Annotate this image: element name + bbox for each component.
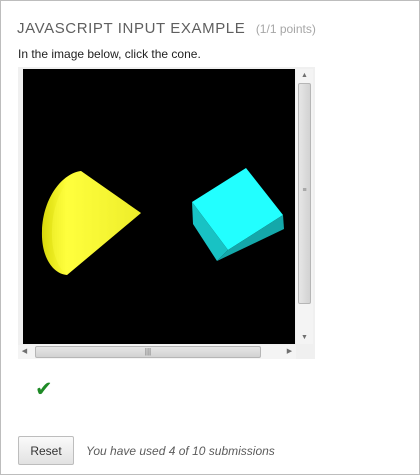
vertical-scroll-thumb[interactable]: ≡ [298,83,311,304]
scroll-right-arrow-icon[interactable]: ▶ [283,345,296,359]
js-input-canvas[interactable] [23,69,295,344]
problem-header: JAVASCRIPT INPUT EXAMPLE (1/1 points) [17,20,316,38]
horizontal-grip-icon: ||| [144,347,152,356]
scroll-down-arrow-icon[interactable]: ▼ [296,331,313,344]
scroll-left-arrow-icon[interactable]: ◀ [18,345,31,359]
horizontal-scroll-thumb[interactable]: ||| [35,346,261,358]
problem-title: JAVASCRIPT INPUT EXAMPLE [17,20,246,37]
cone-shape[interactable] [41,171,141,275]
problem-points: (1/1 points) [255,22,316,36]
problem-prompt: In the image below, click the cone. [18,47,201,61]
image-viewer: ▲ ≡ ▼ ◀ ||| ▶ [18,67,315,359]
scene-svg [41,168,284,275]
scroll-up-arrow-icon[interactable]: ▲ [296,69,313,82]
reset-button[interactable]: Reset [18,436,74,465]
vertical-grip-icon: ≡ [302,187,307,194]
horizontal-scrollbar[interactable]: ◀ ||| ▶ [18,345,296,359]
checkmark-icon: ✔ [35,378,53,401]
submissions-status: You have used 4 of 10 submissions [86,444,275,458]
vertical-scrollbar[interactable]: ▲ ≡ ▼ [296,69,313,344]
cube-shape[interactable] [192,168,284,261]
problem-container: JAVASCRIPT INPUT EXAMPLE (1/1 points) In… [0,0,420,475]
